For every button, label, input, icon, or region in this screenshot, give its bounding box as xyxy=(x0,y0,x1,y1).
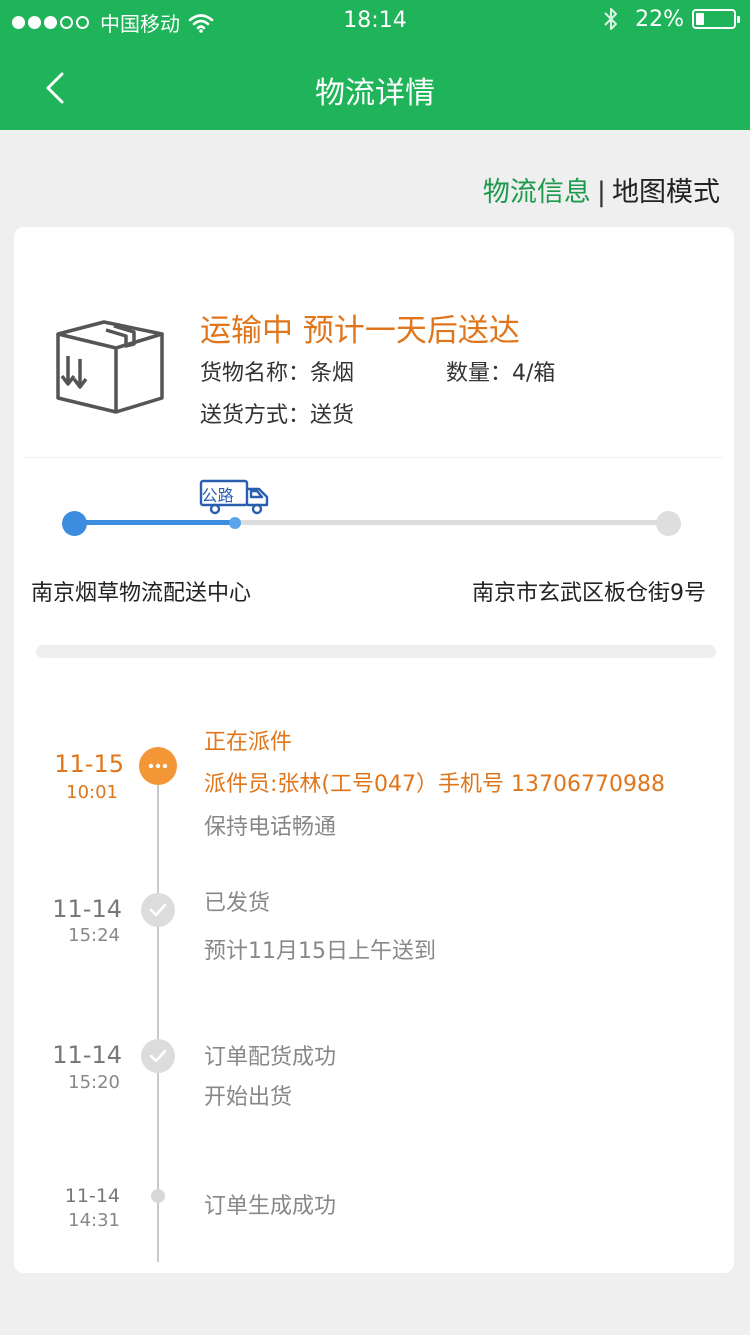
event-date: 11-15 xyxy=(54,750,124,778)
event-date: 11-14 xyxy=(52,895,122,923)
battery-fill xyxy=(696,13,704,25)
event-time: 15:24 xyxy=(68,925,120,946)
route-start-point xyxy=(62,511,87,536)
dot-icon xyxy=(151,1189,165,1203)
event-detail: 开始出货 xyxy=(204,1085,293,1110)
event-time: 15:20 xyxy=(68,1072,120,1093)
view-mode-switch: 物流信息 | 地图模式 xyxy=(483,170,720,209)
route-end-point xyxy=(656,511,681,536)
more-dots-icon xyxy=(139,747,177,785)
check-icon xyxy=(141,1039,175,1073)
section-divider xyxy=(36,645,716,658)
check-icon xyxy=(141,893,175,927)
shipment-status: 运输中 预计一天后送达 xyxy=(200,313,520,349)
event-title: 订单生成成功 xyxy=(204,1194,337,1219)
tab-logistics-info[interactable]: 物流信息 xyxy=(483,177,591,208)
event-detail: 保持电话畅通 xyxy=(204,815,337,840)
status-bar: 中国移动 18:14 22% xyxy=(0,0,750,42)
timeline-line xyxy=(157,767,159,1262)
check-glyph xyxy=(149,903,167,917)
event-time: 14:31 xyxy=(68,1210,120,1231)
event-detail: 预计11月15日上午送到 xyxy=(204,939,436,964)
tab-separator: | xyxy=(596,177,606,208)
event-date: 11-14 xyxy=(52,1041,122,1069)
event-detail[interactable]: 派件员:张林(工号047）手机号 13706770988 xyxy=(204,766,665,798)
battery-percent: 22% xyxy=(635,6,684,32)
check-glyph xyxy=(149,1049,167,1063)
top-bar: 中国移动 18:14 22% 物流详情 xyxy=(0,0,750,130)
battery-icon xyxy=(692,9,740,29)
status-right: 22% xyxy=(603,6,740,32)
route-origin: 南京烟草物流配送中心 xyxy=(31,581,252,606)
event-title: 订单配货成功 xyxy=(204,1045,337,1070)
event-date: 11-14 xyxy=(64,1185,120,1207)
event-time: 10:01 xyxy=(66,782,118,803)
delivery-method: 送货方式：送货 xyxy=(200,403,355,428)
route-current-point xyxy=(228,517,241,529)
route-progress-bar xyxy=(74,520,235,525)
tab-map-mode[interactable]: 地图模式 xyxy=(612,177,720,208)
ellipsis-glyph xyxy=(148,763,168,769)
logistics-card: 运输中 预计一天后送达 货物名称：条烟 数量：4/箱 送货方式：送货 公路 南京… xyxy=(14,227,734,1273)
bluetooth-icon xyxy=(604,8,618,30)
transport-mode-label: 公路 xyxy=(201,486,234,505)
event-title: 已发货 xyxy=(204,891,271,916)
nav-bar: 物流详情 xyxy=(0,48,750,128)
route-destination: 南京市玄武区板仓街9号 xyxy=(472,581,706,606)
divider xyxy=(24,457,724,458)
page-title: 物流详情 xyxy=(315,76,435,111)
goods-quantity: 数量：4/箱 xyxy=(446,361,556,386)
goods-name: 货物名称：条烟 xyxy=(200,361,355,386)
package-box-icon xyxy=(56,320,164,414)
event-title: 正在派件 xyxy=(204,730,293,755)
